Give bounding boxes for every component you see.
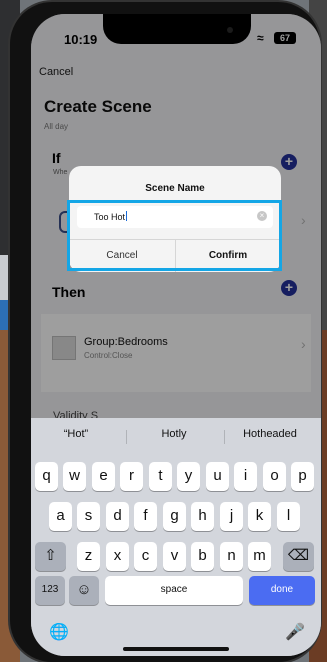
key-o[interactable]: o xyxy=(263,462,286,491)
shift-icon[interactable]: ⇧ xyxy=(35,542,66,571)
key-y[interactable]: y xyxy=(177,462,200,491)
key-t[interactable]: t xyxy=(149,462,172,491)
backspace-icon[interactable]: ⌫ xyxy=(283,542,314,571)
key-w[interactable]: w xyxy=(63,462,86,491)
key-n[interactable]: n xyxy=(220,542,243,571)
key-d[interactable]: d xyxy=(106,502,129,531)
suggestion-item[interactable]: Hotly xyxy=(129,428,219,440)
key-c[interactable]: c xyxy=(134,542,157,571)
key-a[interactable]: a xyxy=(49,502,72,531)
key-p[interactable]: p xyxy=(291,462,314,491)
key-k[interactable]: k xyxy=(248,502,271,531)
phone-frame: 10:19 ≈ 67 Cancel Create Scene All day I… xyxy=(10,2,321,662)
key-x[interactable]: x xyxy=(106,542,129,571)
suggestion-item[interactable]: Hotheaded xyxy=(225,428,315,440)
dynamic-island xyxy=(103,14,251,44)
numbers-key[interactable]: 123 xyxy=(35,576,65,605)
done-key[interactable]: done xyxy=(249,576,315,605)
key-r[interactable]: r xyxy=(120,462,143,491)
phone-screen: 10:19 ≈ 67 Cancel Create Scene All day I… xyxy=(31,14,321,656)
highlight-box xyxy=(67,200,282,271)
camera-dot xyxy=(227,27,233,33)
key-h[interactable]: h xyxy=(191,502,214,531)
dialog-title: Scene Name xyxy=(145,183,205,194)
home-indicator[interactable] xyxy=(123,647,229,651)
key-b[interactable]: b xyxy=(191,542,214,571)
globe-icon[interactable]: 🌐 xyxy=(49,622,69,642)
key-l[interactable]: l xyxy=(277,502,300,531)
key-m[interactable]: m xyxy=(248,542,271,571)
keyboard: “Hot” Hotly Hotheaded q w e r t y u i o … xyxy=(31,418,321,656)
key-f[interactable]: f xyxy=(134,502,157,531)
key-z[interactable]: z xyxy=(77,542,100,571)
divider xyxy=(126,430,127,444)
emoji-icon[interactable]: ☺ xyxy=(69,576,99,605)
key-e[interactable]: e xyxy=(92,462,115,491)
suggestion-item[interactable]: “Hot” xyxy=(31,428,121,440)
key-u[interactable]: u xyxy=(206,462,229,491)
suggestion-bar: “Hot” Hotly Hotheaded xyxy=(31,428,321,448)
key-v[interactable]: v xyxy=(163,542,186,571)
space-key[interactable]: space xyxy=(105,576,243,605)
microphone-icon[interactable]: 🎤 xyxy=(285,622,305,642)
key-i[interactable]: i xyxy=(234,462,257,491)
key-j[interactable]: j xyxy=(220,502,243,531)
key-s[interactable]: s xyxy=(77,502,100,531)
key-q[interactable]: q xyxy=(35,462,58,491)
key-g[interactable]: g xyxy=(163,502,186,531)
